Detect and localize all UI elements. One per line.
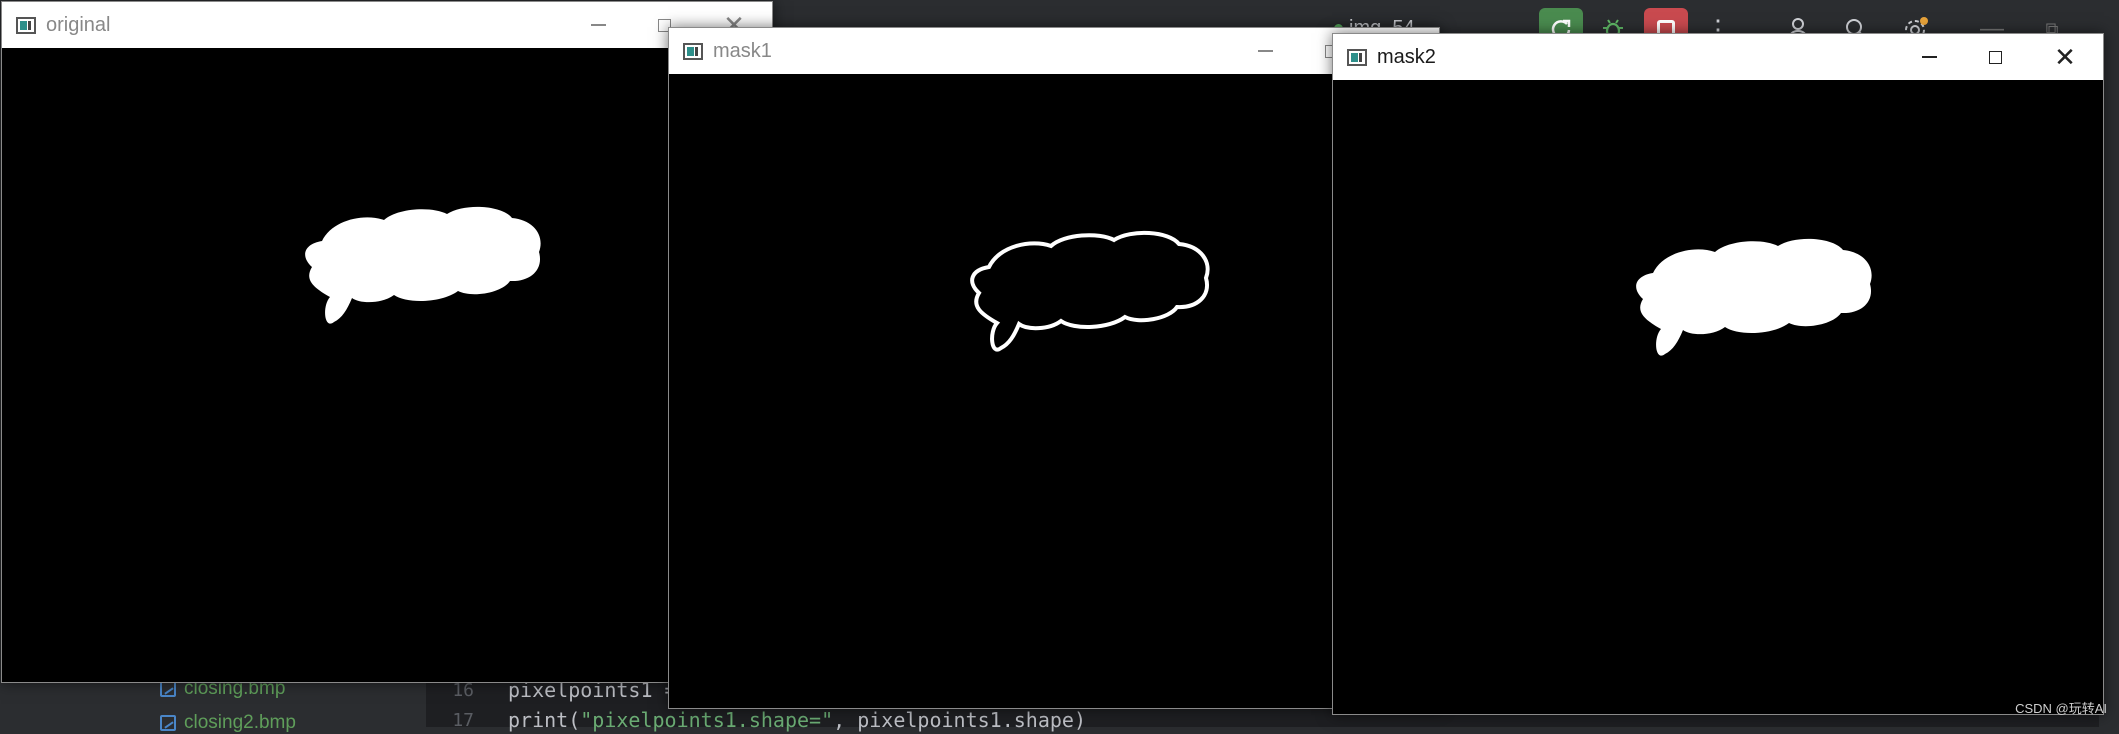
opencv-window-icon xyxy=(683,42,703,60)
minimize-button[interactable] xyxy=(1233,28,1297,74)
window-title: mask2 xyxy=(1377,45,1436,68)
cloud-contour-shape xyxy=(970,230,1210,352)
window-title: original xyxy=(46,13,111,36)
image-canvas xyxy=(2,48,772,682)
image-file-icon xyxy=(160,715,176,731)
opencv-window-icon xyxy=(1347,48,1367,66)
close-button[interactable]: ✕ xyxy=(2033,34,2097,80)
opencv-window-icon xyxy=(16,16,36,34)
maximize-button[interactable] xyxy=(1963,34,2027,80)
line-number: 16 xyxy=(452,680,474,701)
code-line[interactable]: print("pixelpoints1.shape=", pixelpoints… xyxy=(508,708,1086,732)
image-canvas xyxy=(1333,80,2103,714)
image-file-icon xyxy=(160,681,176,697)
code-token: print( xyxy=(508,708,581,732)
line-number: 17 xyxy=(452,710,474,731)
minimize-button[interactable] xyxy=(566,2,630,48)
window-titlebar[interactable]: mask1 ✕ xyxy=(669,28,1439,74)
code-token: , pixelpoints1.shape) xyxy=(833,708,1086,732)
code-string-token: "pixelpoints1.shape=" xyxy=(580,708,834,732)
image-canvas xyxy=(669,74,1439,708)
cloud-speech-bubble-shape xyxy=(305,206,541,324)
mask2-window[interactable]: mask2 ✕ xyxy=(1332,33,2104,715)
file-name: closing2.bmp xyxy=(184,712,296,733)
window-titlebar[interactable]: original ✕ xyxy=(2,2,772,48)
file-item[interactable]: closing2.bmp xyxy=(160,712,296,734)
window-titlebar[interactable]: mask2 ✕ xyxy=(1333,34,2103,80)
watermark-text: CSDN @玩转AI xyxy=(2015,701,2107,716)
window-title: mask1 xyxy=(713,39,772,62)
original-window[interactable]: original ✕ xyxy=(1,1,773,683)
mask1-window[interactable]: mask1 ✕ xyxy=(668,27,1440,709)
minimize-button[interactable] xyxy=(1897,34,1961,80)
cloud-filled-shape xyxy=(1636,238,1872,356)
